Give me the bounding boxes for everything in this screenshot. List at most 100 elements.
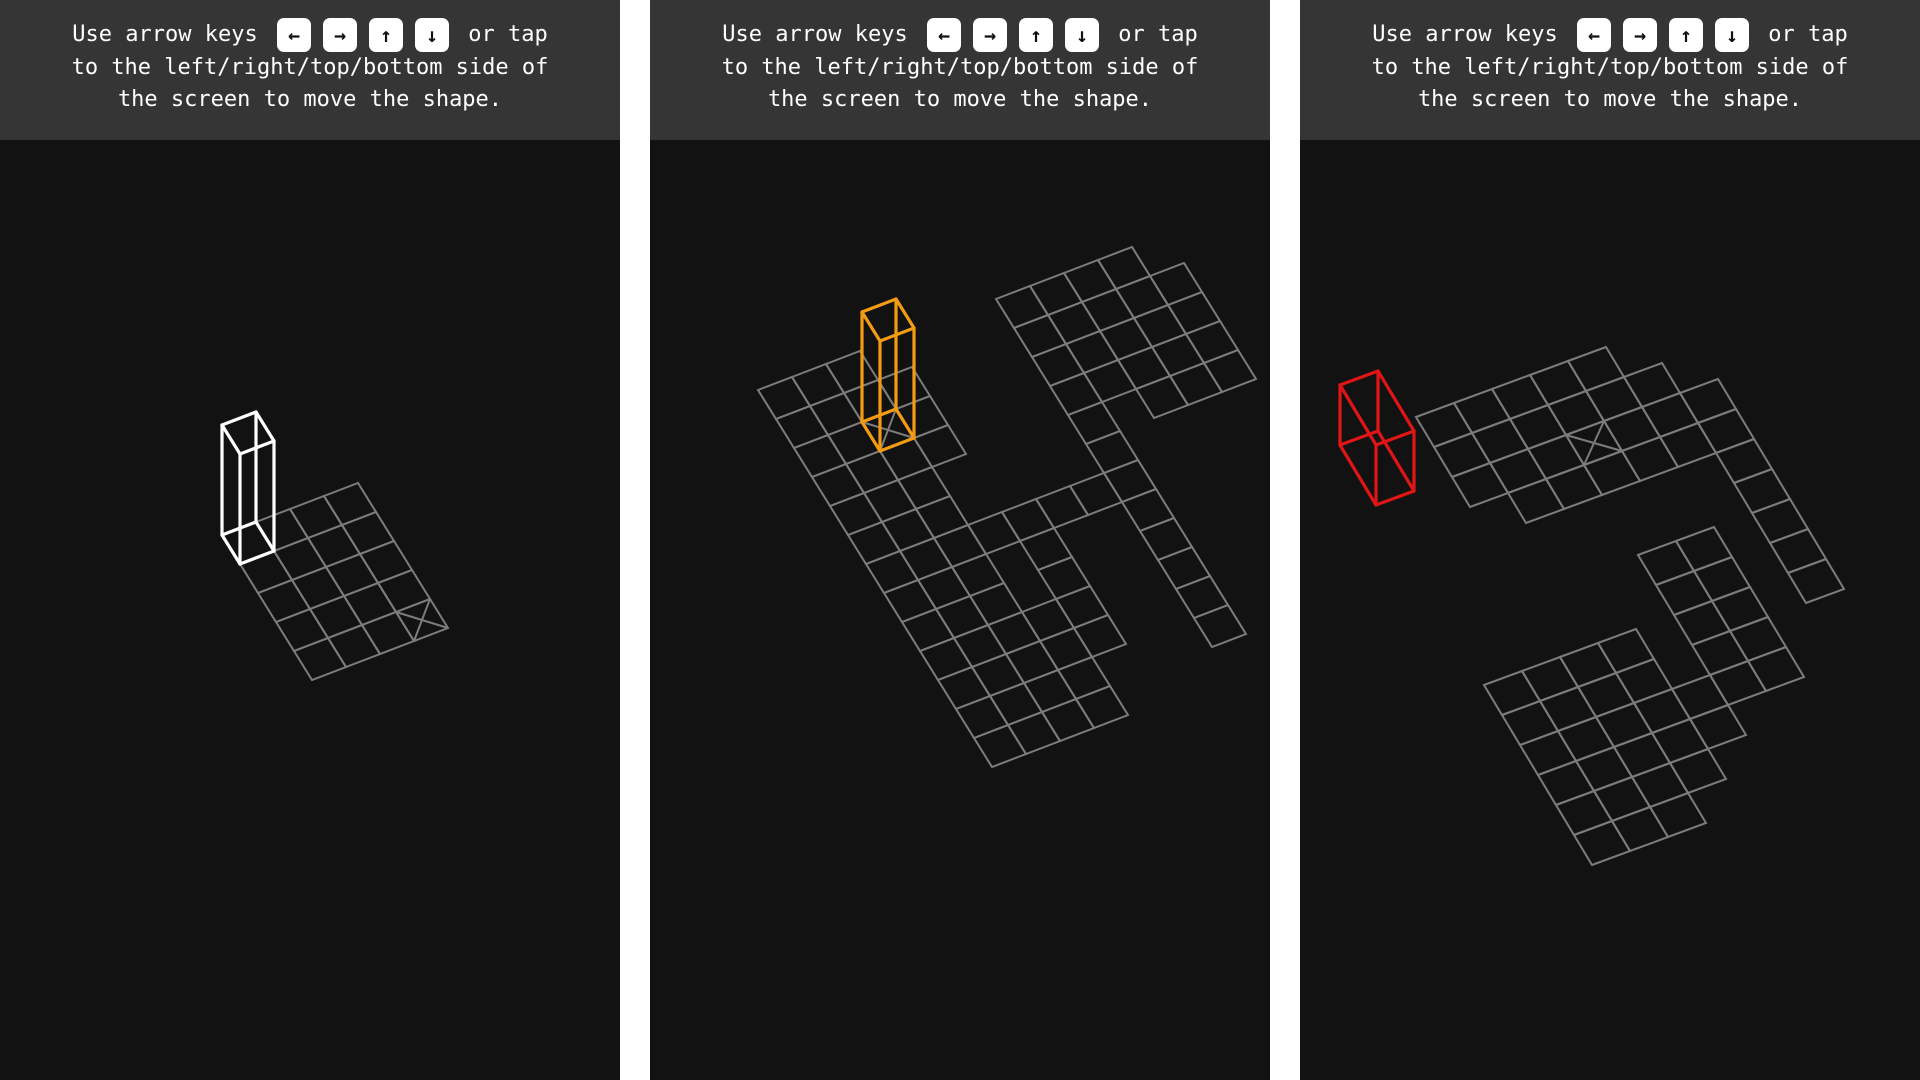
floor-tile [1508,403,1568,451]
floor-tile [1138,516,1194,562]
down-arrow-key-icon: ↓ [1714,18,1749,52]
floor-tile [358,539,414,585]
up-arrow-key-icon: ↑ [1018,18,1053,52]
floor-tile [1084,429,1140,475]
game-board-3[interactable] [1300,140,1920,1080]
instruction-line-1: Use arrow keys ← → ↑ ↓ or tap [1300,18,1920,52]
floor-tile [1030,342,1086,388]
floor-tile [1192,603,1248,649]
floor-tile [1450,461,1510,509]
instructions-header: Use arrow keys ← → ↑ ↓ or tap to the left/r… [650,0,1270,140]
floor-tile [1120,487,1176,533]
instruction-line-2: to the left/right/top/bottom side of [1371,55,1849,80]
floor-tile [1056,655,1112,701]
floor-tile [810,462,866,508]
floor-tile [1648,791,1708,839]
instruction-line-3: the screen to move the shape. [767,87,1153,112]
floor-tile [842,378,898,424]
instruction-text-or-tap: or tap [1768,22,1848,47]
floor-tile [1708,659,1768,707]
floor-tile [1674,525,1734,573]
floor-tile [340,510,396,556]
floor-tile [1612,731,1672,779]
instruction-line-1: Use arrow keys ← → ↑ ↓ or tap [650,18,1270,52]
floor-tile [360,610,416,656]
left-arrow-key-icon: ← [276,18,311,52]
floor-tile [1574,745,1634,793]
floor-tile [880,507,936,553]
floor-tile [1004,639,1060,685]
floor-tile [1620,435,1680,483]
floor-tile [1576,671,1636,719]
floor-tile [1622,361,1682,409]
floor-tile [1558,641,1618,689]
floor-tile [916,565,972,611]
floor-tile [952,623,1008,669]
floor-tile [934,594,990,640]
floor-tile [1202,348,1258,394]
up-arrow-key-icon: ↑ [1668,18,1703,52]
right-arrow-key-icon: → [1622,18,1657,52]
floor-tile [1148,261,1204,307]
floor-tile [1062,258,1118,304]
floor-tile [1174,574,1230,620]
floor-tile [1714,437,1774,485]
floor-tile [1012,313,1068,359]
floor-tile [1038,626,1094,672]
instruction-line-2: to the left/right/top/bottom side of [721,55,1199,80]
floor-tile [844,449,900,495]
floor-tile [220,520,276,566]
goal-tile-icon [1565,420,1623,466]
floor-tile [1500,699,1560,747]
instruction-text-or-tap: or tap [1118,22,1198,47]
floor-tile [288,494,344,540]
floor-tile [878,436,934,482]
floor-tile [1414,401,1474,449]
game-board-1[interactable] [0,140,620,1080]
floor-tile [936,665,992,711]
floor-tile [1602,405,1662,453]
floor-tile [1668,747,1728,795]
floor-tile [914,494,970,540]
down-arrow-key-icon: ↓ [414,18,449,52]
floor-tile [1786,557,1846,605]
goal-tile-icon [395,598,449,642]
floor-tile [970,652,1026,698]
floor-tile [272,536,328,582]
floor-tile [1650,717,1710,765]
floor-tile [1582,449,1642,497]
level-panel-2[interactable]: Use arrow keys ← → ↑ ↓ or tap to the left/r… [650,0,1270,1080]
floor-tile [1728,615,1788,663]
level-panel-3[interactable]: Use arrow keys ← → ↑ ↓ or tap to the left/r… [1300,0,1920,1080]
game-board-2[interactable] [650,140,1270,1080]
floor-tile [826,420,882,466]
floor-tile [1614,657,1674,705]
floor-tile [290,565,346,611]
floor-tile [1750,497,1810,545]
floor-tile [308,594,364,640]
floor-tile [238,549,294,595]
floor-tile [1166,290,1222,336]
left-arrow-key-icon: ← [926,18,961,52]
floor-tile [1018,526,1074,572]
floor-tile [1572,819,1632,867]
floor-tile [292,636,348,682]
floor-tile [1080,287,1136,333]
floor-tile [846,520,902,566]
level-panel-1[interactable]: Use arrow keys ← → ↑ ↓ or tap to the left/r… [0,0,620,1080]
floor-tile [256,578,312,624]
floor-tile [1020,597,1076,643]
floor-tile [274,607,330,653]
floor-tile [792,433,848,479]
floor-tile [1490,373,1550,421]
floor-tiles [1414,345,1846,867]
floor-tile [1670,673,1730,721]
floor-tile [1678,377,1738,425]
instruction-text-start: Use arrow keys [1372,22,1558,47]
floor-tile [1696,407,1756,455]
floor-tile [1072,613,1128,659]
floor-tile [1710,585,1770,633]
instruction-line-1: Use arrow keys ← → ↑ ↓ or tap [0,18,620,52]
floor-tile [898,536,954,582]
floor-tile [1168,361,1224,407]
